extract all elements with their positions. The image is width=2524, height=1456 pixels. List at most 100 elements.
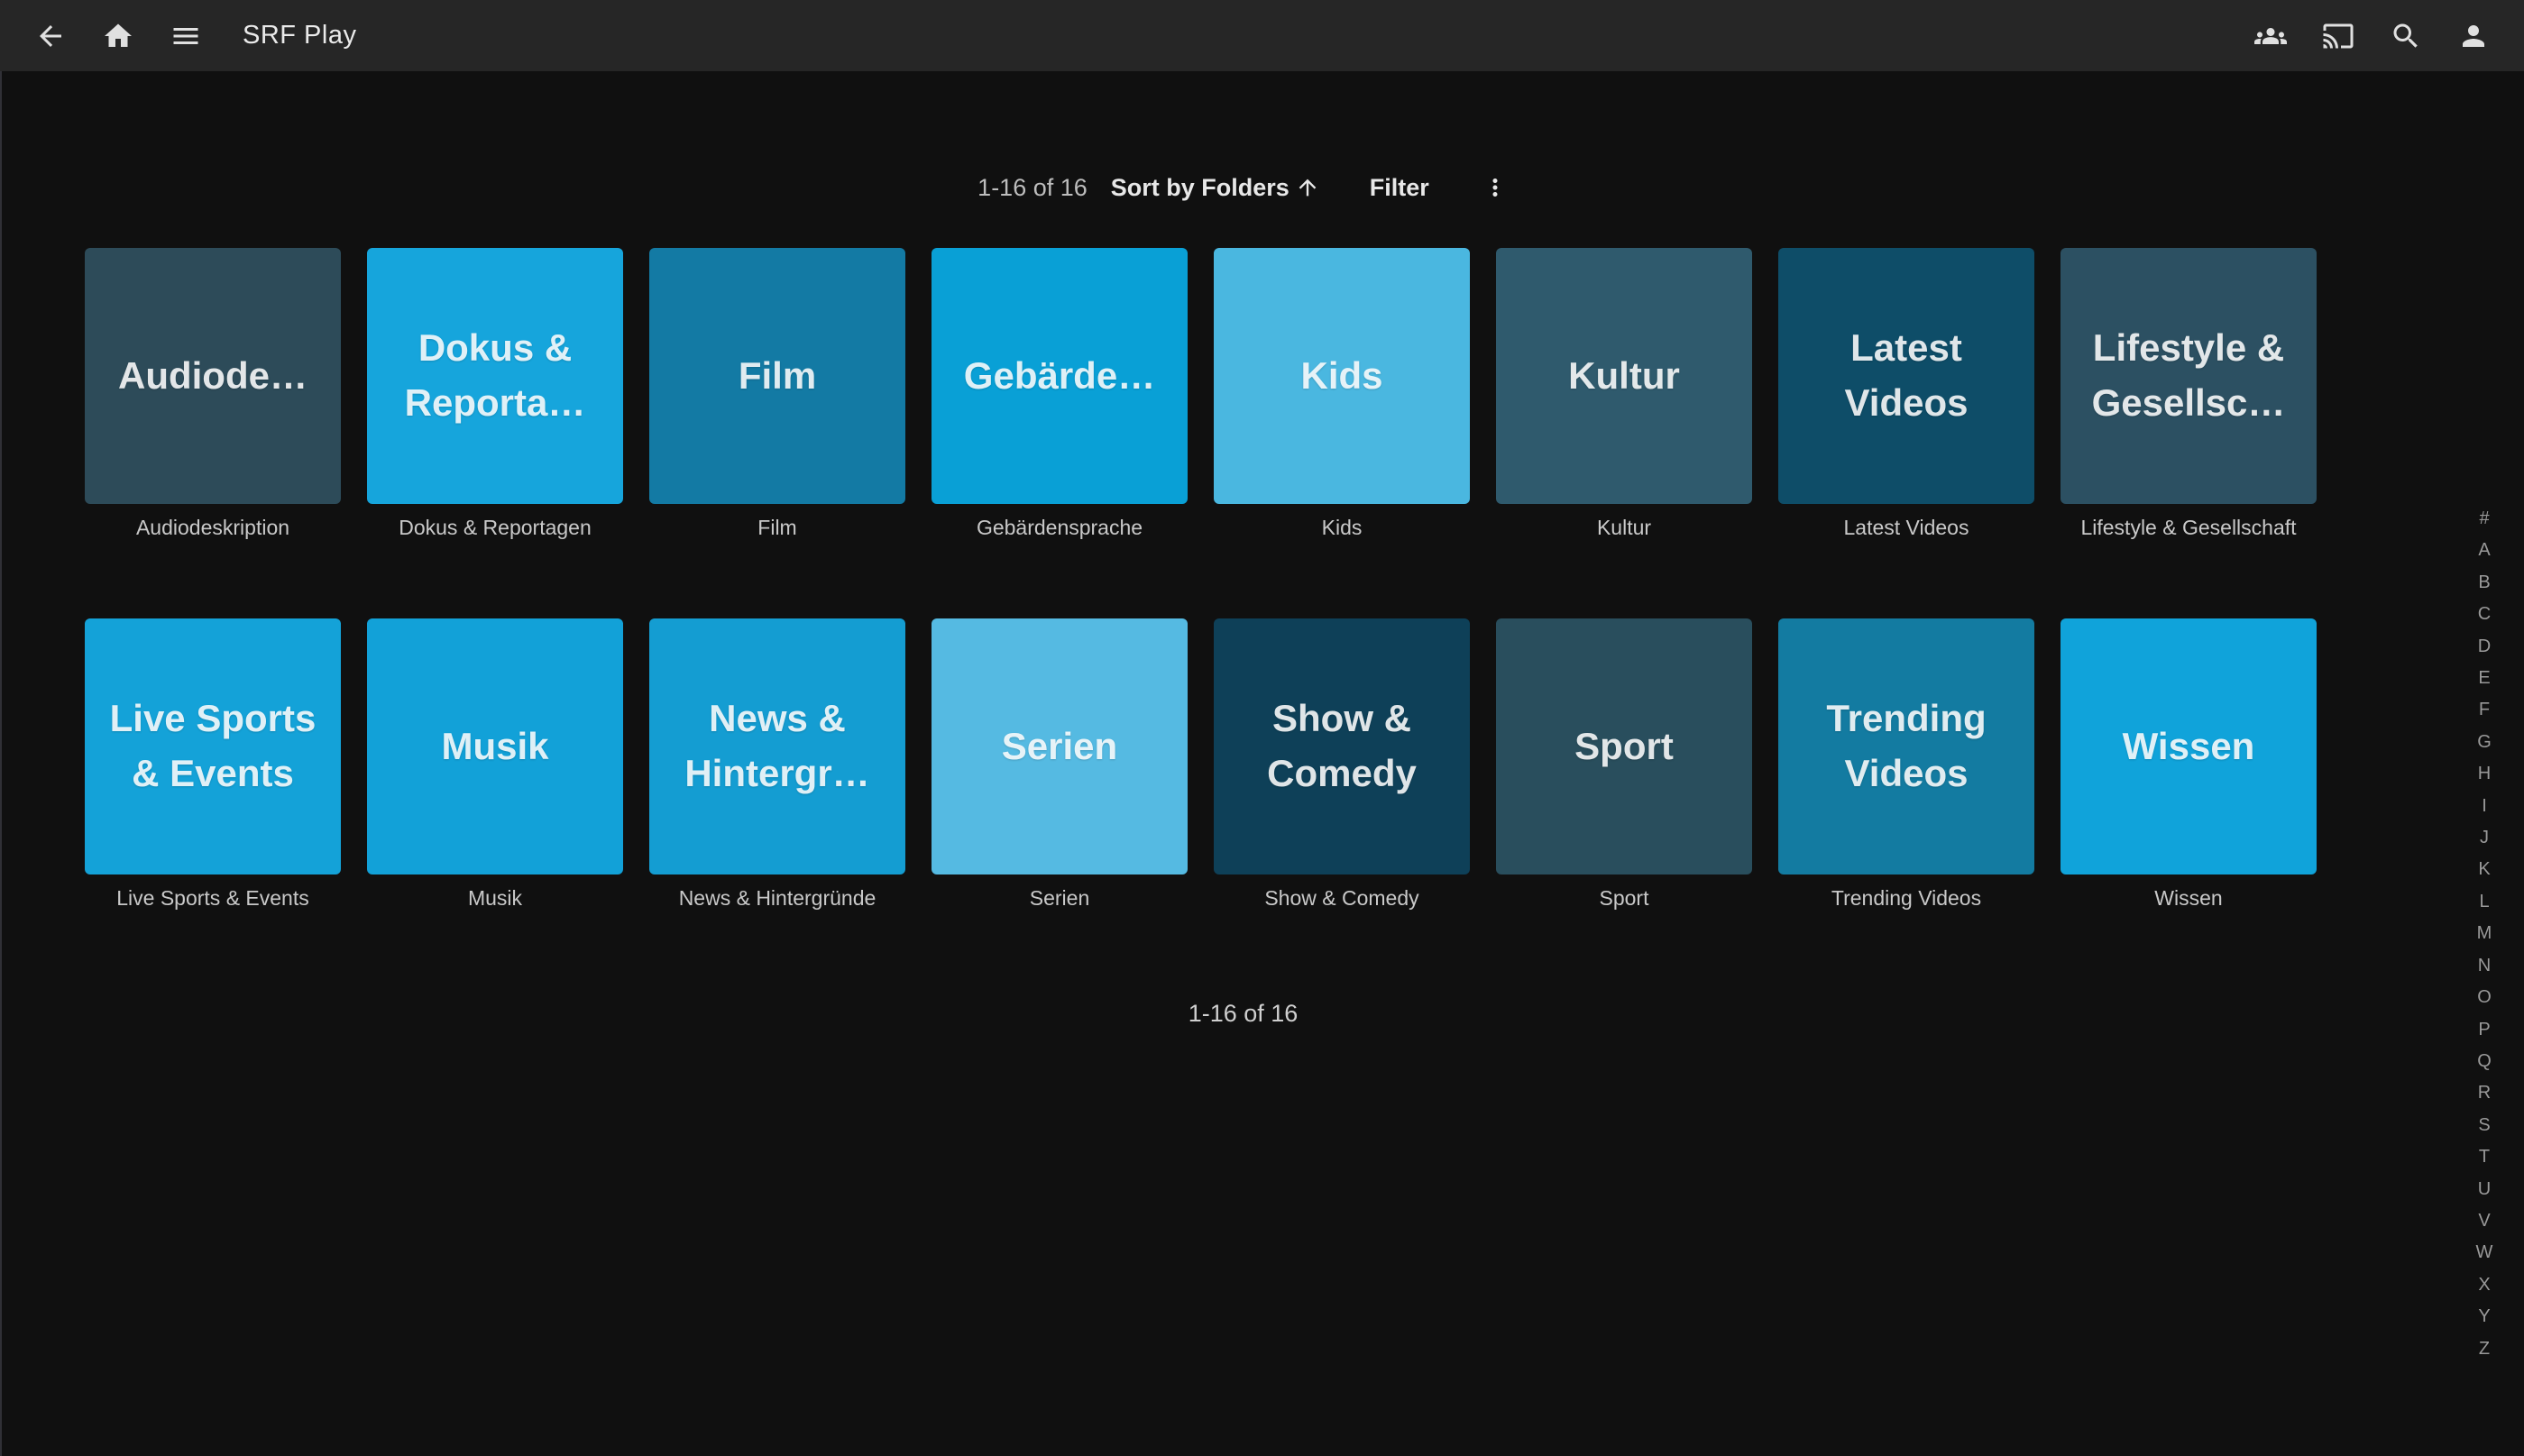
sort-filter-toolbar: 1-16 of 16 Sort by Folders Filter <box>85 172 2401 203</box>
alphabet-letter[interactable]: X <box>2478 1269 2490 1301</box>
library-card-tile[interactable]: Film <box>649 248 905 504</box>
alphabet-letter[interactable]: P <box>2478 1014 2490 1046</box>
search-button[interactable] <box>2388 18 2424 54</box>
library-card[interactable]: Kultur Kultur <box>1496 248 1752 539</box>
alphabet-letter[interactable]: # <box>2479 503 2489 535</box>
alphabet-letter[interactable]: Y <box>2478 1301 2490 1332</box>
library-card-tile[interactable]: Lifestyle & Gesellsc… <box>2061 248 2317 504</box>
library-card-tile[interactable]: Trending Videos <box>1778 618 2034 875</box>
back-button[interactable] <box>32 18 69 54</box>
pagination-label: 1-16 of 16 <box>85 1002 2401 1026</box>
alphabet-letter[interactable]: O <box>2477 982 2492 1013</box>
library-card-label: Live Sports & Events <box>85 886 341 910</box>
library-card-tile[interactable]: Gebärde… <box>932 248 1188 504</box>
alphabet-letter[interactable]: N <box>2478 950 2491 982</box>
library-card[interactable]: Live Sports & Events Live Sports & Event… <box>85 618 341 910</box>
kebab-vertical-icon <box>1482 174 1509 201</box>
library-card-tile[interactable]: Sport <box>1496 618 1752 875</box>
cast-icon <box>2322 20 2354 52</box>
back-icon <box>34 20 67 52</box>
alphabet-letter[interactable]: J <box>2480 822 2489 854</box>
library-card-label: Film <box>649 516 905 539</box>
alphabet-letter[interactable]: G <box>2477 727 2492 758</box>
topbar: SRF Play <box>0 0 2524 71</box>
library-card-label: Lifestyle & Gesellschaft <box>2061 516 2317 539</box>
alphabet-letter[interactable]: H <box>2478 758 2491 790</box>
library-card[interactable]: Dokus & Reporta… Dokus & Reportagen <box>367 248 623 539</box>
alphabet-letter[interactable]: K <box>2478 854 2490 885</box>
user-icon <box>2457 20 2490 52</box>
alphabet-letter[interactable]: U <box>2478 1174 2491 1205</box>
alphabet-letter[interactable]: L <box>2479 886 2489 918</box>
library-card-label: News & Hintergründe <box>649 886 905 910</box>
library-card[interactable]: Kids Kids <box>1214 248 1470 539</box>
page-title: SRF Play <box>243 21 356 50</box>
library-card-tile[interactable]: Serien <box>932 618 1188 875</box>
alphabet-letter[interactable]: S <box>2478 1110 2490 1141</box>
library-card-tile[interactable]: Kultur <box>1496 248 1752 504</box>
library-card-tile[interactable]: Latest Videos <box>1778 248 2034 504</box>
user-button[interactable] <box>2455 18 2492 54</box>
library-card-tile[interactable]: Audiode… <box>85 248 341 504</box>
library-card-label: Dokus & Reportagen <box>367 516 623 539</box>
library-card[interactable]: Audiode… Audiodeskription <box>85 248 341 539</box>
sort-button[interactable]: Sort by Folders <box>1111 174 1320 202</box>
alphabet-letter[interactable]: C <box>2478 599 2491 630</box>
library-card[interactable]: Film Film <box>649 248 905 539</box>
library-card-tile[interactable]: Wissen <box>2061 618 2317 875</box>
library-card-title: Kultur <box>1568 349 1680 404</box>
library-card[interactable]: Show & Comedy Show & Comedy <box>1214 618 1470 910</box>
syncplay-group-icon <box>2254 20 2287 52</box>
library-card-tile[interactable]: Show & Comedy <box>1214 618 1470 875</box>
library-card-title: Show & Comedy <box>1223 691 1461 801</box>
library-card[interactable]: Lifestyle & Gesellsc… Lifestyle & Gesell… <box>2061 248 2317 539</box>
library-card-title: Gebärde… <box>964 349 1155 404</box>
library-card-tile[interactable]: Dokus & Reporta… <box>367 248 623 504</box>
alphabet-letter[interactable]: E <box>2478 663 2490 694</box>
library-card[interactable]: Latest Videos Latest Videos <box>1778 248 2034 539</box>
library-card-tile[interactable]: Musik <box>367 618 623 875</box>
library-card-title: Audiode… <box>118 349 307 404</box>
library-card-tile[interactable]: News & Hintergr… <box>649 618 905 875</box>
library-card[interactable]: Gebärde… Gebärdensprache <box>932 248 1188 539</box>
library-card-title: Lifestyle & Gesellsc… <box>2070 321 2308 431</box>
alphabet-letter[interactable]: Q <box>2477 1046 2492 1077</box>
library-card-tile[interactable]: Live Sports & Events <box>85 618 341 875</box>
library-card[interactable]: Wissen Wissen <box>2061 618 2317 910</box>
library-card-title: Live Sports & Events <box>94 691 332 801</box>
item-count: 1-16 of 16 <box>977 174 1088 202</box>
alphabet-letter[interactable]: V <box>2478 1205 2490 1237</box>
home-button[interactable] <box>100 18 136 54</box>
library-card-title: Kids <box>1300 349 1382 404</box>
alphabet-letter[interactable]: T <box>2479 1141 2490 1173</box>
sort-button-label: Sort by Folders <box>1111 174 1290 202</box>
alphabet-letter[interactable]: A <box>2478 535 2490 566</box>
window-left-edge <box>0 71 2 1456</box>
library-card-title: Wissen <box>2123 719 2255 774</box>
library-card[interactable]: Musik Musik <box>367 618 623 910</box>
alphabet-letter[interactable]: F <box>2479 694 2490 726</box>
library-card-label: Musik <box>367 886 623 910</box>
more-options-button[interactable] <box>1482 174 1509 201</box>
alphabet-letter[interactable]: I <box>2482 791 2487 822</box>
search-icon <box>2390 20 2422 52</box>
alphabet-letter[interactable]: D <box>2478 631 2491 663</box>
alphabet-letter[interactable]: Z <box>2479 1333 2490 1365</box>
alphabet-letter[interactable]: M <box>2477 918 2492 949</box>
syncplay-button[interactable] <box>2253 18 2289 54</box>
topbar-right-actions <box>2221 18 2492 54</box>
library-card[interactable]: Sport Sport <box>1496 618 1752 910</box>
alphabet-letter[interactable]: B <box>2478 567 2490 599</box>
library-card-tile[interactable]: Kids <box>1214 248 1470 504</box>
library-card-title: Latest Videos <box>1787 321 2025 431</box>
cast-button[interactable] <box>2320 18 2356 54</box>
alphabet-letter[interactable]: R <box>2478 1077 2491 1109</box>
menu-button[interactable] <box>168 18 204 54</box>
library-card-label: Kultur <box>1496 516 1752 539</box>
alphabet-letter[interactable]: W <box>2476 1237 2493 1268</box>
library-card-label: Kids <box>1214 516 1470 539</box>
library-card[interactable]: Trending Videos Trending Videos <box>1778 618 2034 910</box>
filter-button[interactable]: Filter <box>1370 174 1429 202</box>
library-card[interactable]: Serien Serien <box>932 618 1188 910</box>
library-card[interactable]: News & Hintergr… News & Hintergründe <box>649 618 905 910</box>
